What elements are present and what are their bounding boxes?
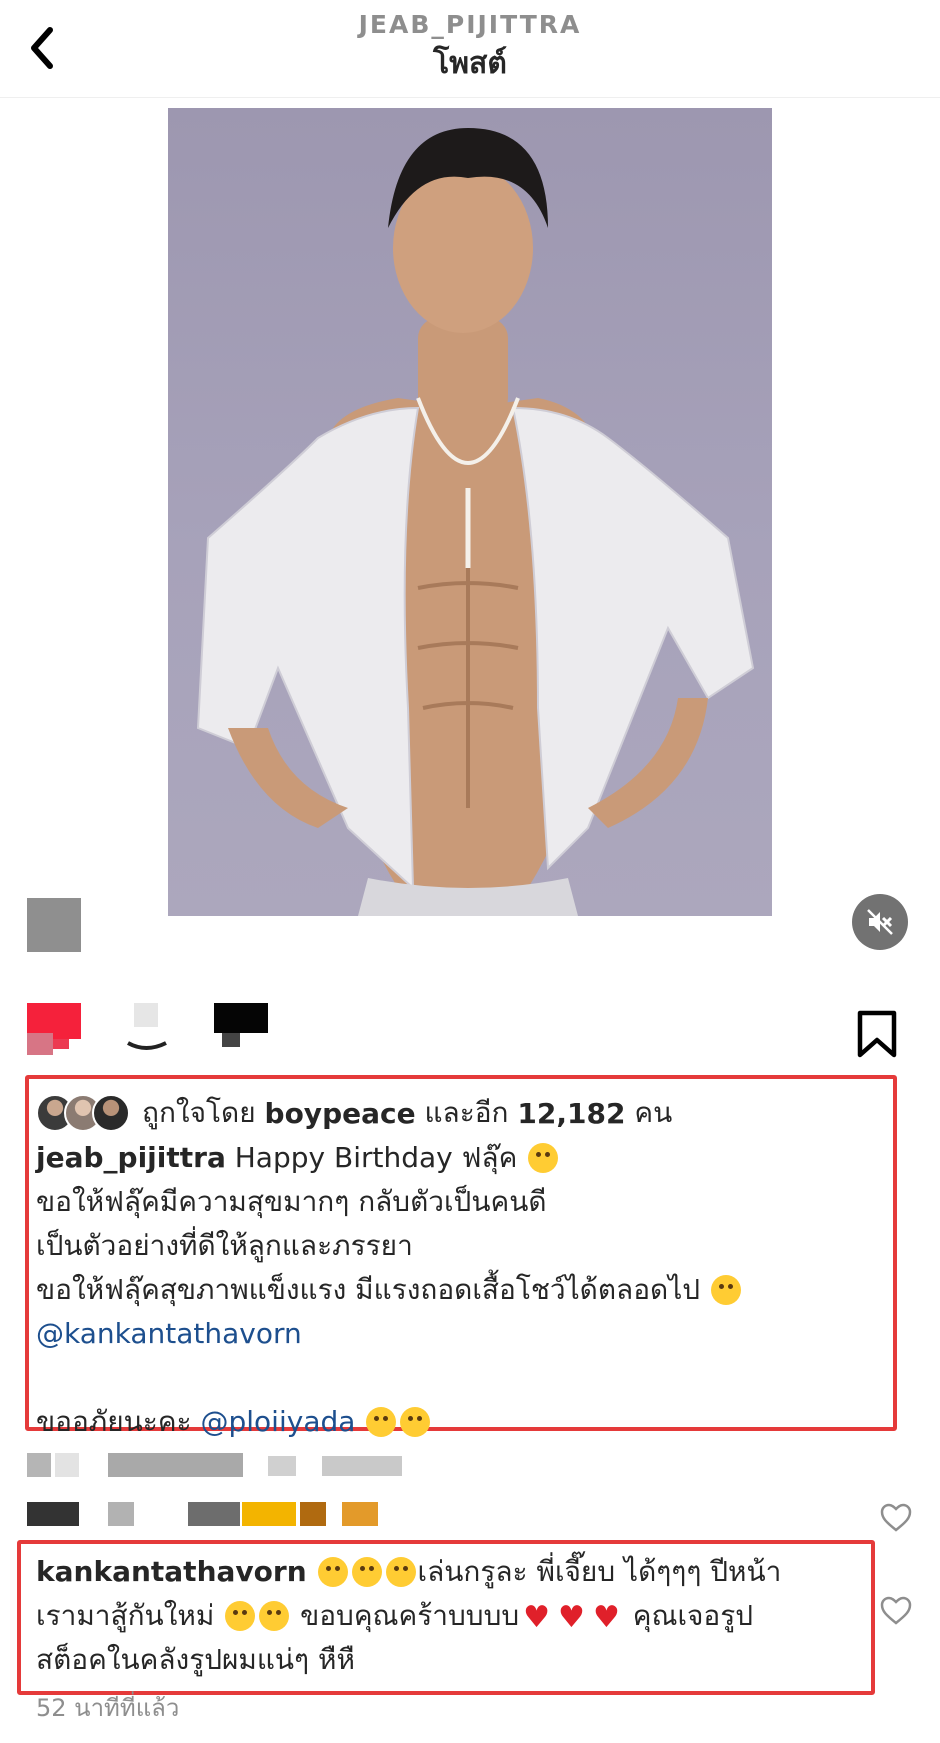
model-figure: [196, 128, 755, 916]
caption-line: ขอให้ฟลุ๊คมีความสุขมากๆ กลับตัวเป็นคนดี: [36, 1185, 547, 1218]
caption-text: ขอให้ฟลุ๊คสุขภาพแข็งแรง มีแรงถอดเสื้อโชว…: [36, 1273, 701, 1306]
blurred-text: [188, 1502, 240, 1526]
blurred-text: [108, 1502, 134, 1526]
comment-like-heart-icon[interactable]: [880, 1596, 912, 1626]
speaker-muted-icon: [867, 909, 893, 935]
likes-middle: และอีก: [424, 1096, 509, 1129]
likes-count[interactable]: 12,182: [517, 1097, 625, 1130]
red-heart-emoji-icon: ♥: [592, 1600, 620, 1635]
blurred-text: [27, 1453, 51, 1477]
tears-of-joy-emoji-icon: [385, 1557, 416, 1587]
caption-author[interactable]: jeab_pijittra: [36, 1141, 226, 1174]
comment-text: คุณเจอรูป: [632, 1599, 754, 1632]
tears-of-joy-emoji-icon: [259, 1601, 290, 1631]
caption-mention[interactable]: @ploiiyada: [201, 1405, 356, 1438]
post-owner-username[interactable]: JEAB_PIJITTRA: [0, 10, 940, 39]
heart-icon: [27, 1003, 81, 1055]
share-button[interactable]: [214, 1003, 268, 1057]
top-bar: JEAB_PIJITTRA โพสต์: [0, 0, 940, 98]
caption-line: jeab_pijittra Happy Birthday ฟลุ๊ค: [36, 1136, 876, 1180]
caption-mention[interactable]: @kankantathavorn: [36, 1312, 876, 1356]
caption-line: ขอให้ฟลุ๊คสุขภาพแข็งแรง มีแรงถอดเสื้อโชว…: [36, 1268, 876, 1312]
tears-of-joy-emoji-icon: [317, 1557, 348, 1587]
comment-icon: [127, 1003, 167, 1050]
caption-text: ขออภัยนะคะ: [36, 1405, 192, 1438]
red-heart-emoji-icon: ♥: [558, 1600, 585, 1635]
tears-of-joy-emoji-icon: [351, 1557, 382, 1587]
avatar: [92, 1094, 130, 1132]
comment-text: เล่นกรูละ พี่เจี๊ยบ ได้ๆๆๆ ปีหน้า: [417, 1555, 782, 1588]
like-button[interactable]: [27, 1003, 81, 1057]
blurred-text: [27, 1502, 79, 1526]
liker-avatars: [36, 1094, 134, 1132]
blurred-text: [108, 1453, 243, 1477]
bookmark-icon: [857, 1010, 897, 1058]
blurred-text: [342, 1502, 378, 1526]
blurred-text: [55, 1453, 79, 1477]
caption-line: เป็นตัวอย่างที่ดีให้ลูกและภรรยา: [36, 1229, 413, 1262]
winking-tongue-emoji-icon: [528, 1143, 559, 1173]
blurred-text: [322, 1456, 402, 1476]
mute-button[interactable]: [852, 894, 908, 950]
rofl-emoji-icon: [366, 1407, 397, 1437]
comment-line: kankantathavorn เล่นกรูละ พี่เจี๊ยบ ได้ๆ…: [36, 1550, 876, 1594]
comment-like-heart-icon[interactable]: [880, 1503, 912, 1533]
save-button[interactable]: [856, 1010, 898, 1058]
blurred-text: [242, 1502, 296, 1526]
winking-tongue-emoji-icon: [710, 1275, 741, 1305]
red-heart-emoji-icon: ♥: [523, 1600, 551, 1635]
send-icon: [214, 1003, 268, 1047]
likes-summary[interactable]: ถูกใจโดย boypeace และอีก 12,182 คน: [36, 1090, 672, 1136]
comment-text: ขอบคุณคร้าบบบบ: [300, 1599, 520, 1632]
tongue-emoji-icon: [400, 1407, 431, 1437]
comment-line: สต็อคในคลังรูปผมแน่ๆ หืหื: [36, 1643, 355, 1676]
post-timestamp: 52 นาทีที่แล้ว: [36, 1694, 180, 1722]
blurred-thumbnail: [27, 898, 81, 952]
caption-line: ขออภัยนะคะ @ploiiyada: [36, 1400, 876, 1444]
comment-line: เรามาสู้กันใหม่ ขอบคุณคร้าบบบบ ♥ ♥ ♥ คุณเจอ…: [36, 1594, 876, 1640]
likes-suffix: คน: [634, 1096, 673, 1129]
post-image[interactable]: [168, 108, 772, 916]
comment-author[interactable]: kankantathavorn: [36, 1555, 307, 1588]
liker-username[interactable]: boypeace: [265, 1097, 416, 1130]
likes-prefix: ถูกใจโดย: [142, 1096, 256, 1129]
page-title: โพสต์: [433, 46, 507, 81]
comment-button[interactable]: [122, 1003, 176, 1057]
blurred-text: [268, 1456, 296, 1476]
caption-text: Happy Birthday ฟลุ๊ค: [234, 1141, 518, 1174]
comment-text: เรามาสู้กันใหม่: [36, 1599, 215, 1632]
blurred-text: [300, 1502, 326, 1526]
tears-of-joy-emoji-icon: [225, 1601, 256, 1631]
